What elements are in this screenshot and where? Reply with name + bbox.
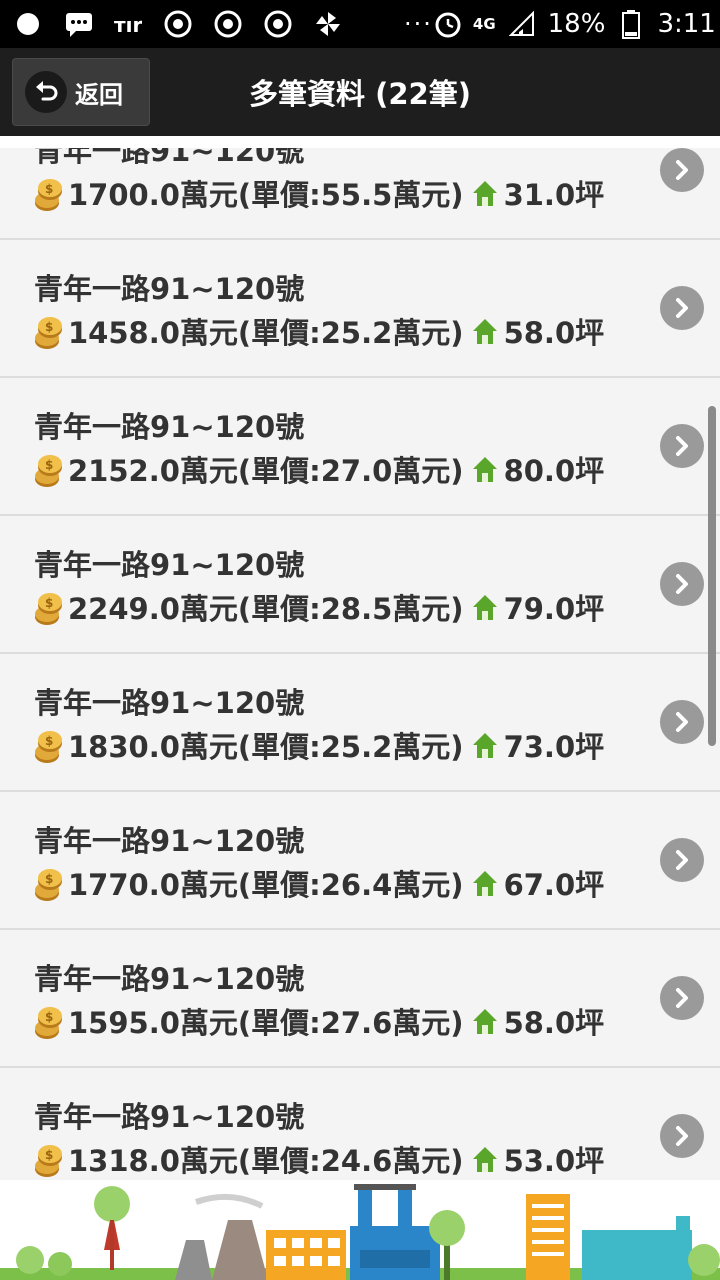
house-icon [472,869,498,897]
item-info: $ 1318.0萬元(單價:24.6萬元) 53.0坪 [32,1138,604,1180]
chevron-right-icon[interactable] [660,148,704,192]
svg-text:$: $ [45,1010,53,1024]
item-address: 青年一路91~120號 [34,686,305,720]
svg-text:$: $ [45,1148,53,1162]
item-address: 青年一路91~120號 [34,272,305,306]
item-area: 31.0坪 [503,178,605,212]
chrome-icon [264,10,292,38]
more-notifications-icon: ··· [404,10,433,38]
item-price: 1318.0萬元(單價:24.6萬元) [68,1144,464,1178]
item-address: 青年一路91~120號 [34,548,305,582]
svg-text:$: $ [45,320,53,334]
svg-text:$: $ [45,182,53,196]
chevron-right-icon[interactable] [660,1114,704,1158]
svg-text:ᴛır: ᴛır [114,13,142,36]
network-type: 4G [472,15,496,33]
item-area: 58.0坪 [503,316,605,350]
list-item[interactable]: 青年一路91~120號 $ 1700.0萬元(單價:55.5萬元) 31.0坪 [0,136,720,240]
signal-icon [508,10,536,38]
house-icon [472,731,498,759]
coin-icon: $ [32,863,66,903]
item-area: 80.0坪 [503,454,605,488]
coin-icon: $ [32,449,66,489]
chevron-right-icon[interactable] [660,976,704,1020]
item-area: 67.0坪 [503,868,605,902]
item-area: 79.0坪 [503,592,605,626]
item-price: 1700.0萬元(單價:55.5萬元) [68,178,464,212]
house-icon [472,317,498,345]
alarm-icon [433,10,461,38]
circle-icon [14,10,42,38]
list-item[interactable]: 青年一路91~120號 $ 2249.0萬元(單價:28.5萬元) 79.0坪 [0,516,720,654]
item-info: $ 1458.0萬元(單價:25.2萬元) 58.0坪 [32,310,604,352]
chrome-icon [164,10,192,38]
list-item[interactable]: 青年一路91~120號 $ 1770.0萬元(單價:26.4萬元) 67.0坪 [0,792,720,930]
item-price: 1595.0萬元(單價:27.6萬元) [68,1006,464,1040]
chevron-right-icon[interactable] [660,286,704,330]
item-address: 青年一路91~120號 [34,1100,305,1134]
item-info: $ 1700.0萬元(單價:55.5萬元) 31.0坪 [32,172,604,214]
item-address: 青年一路91~120號 [34,962,305,996]
item-address: 青年一路91~120號 [34,824,305,858]
coin-icon: $ [32,587,66,627]
coin-icon: $ [32,1001,66,1041]
svg-text:$: $ [45,872,53,886]
coin-icon: $ [32,725,66,765]
house-icon [472,593,498,621]
chevron-right-icon[interactable] [660,562,704,606]
item-info: $ 1770.0萬元(單價:26.4萬元) 67.0坪 [32,862,604,904]
item-price: 1458.0萬元(單價:25.2萬元) [68,316,464,350]
house-icon [472,179,498,207]
item-info: $ 2152.0萬元(單價:27.0萬元) 80.0坪 [32,448,604,490]
app-icon: ᴛır [114,10,142,38]
house-icon [472,455,498,483]
list-item[interactable]: 青年一路91~120號 $ 1595.0萬元(單價:27.6萬元) 58.0坪 [0,930,720,1068]
list-top-divider [0,136,720,148]
message-icon [64,10,92,38]
clock: 3:11 [657,9,716,39]
item-area: 73.0坪 [503,730,605,764]
item-info: $ 1595.0萬元(單價:27.6萬元) 58.0坪 [32,1000,604,1042]
back-button[interactable]: 返回 [12,58,150,126]
chevron-right-icon[interactable] [660,700,704,744]
coin-icon: $ [32,173,66,213]
item-area: 58.0坪 [503,1006,605,1040]
item-price: 1830.0萬元(單價:25.2萬元) [68,730,464,764]
item-price: 2249.0萬元(單價:28.5萬元) [68,592,464,626]
city-banner-image [0,1180,720,1280]
item-info: $ 2249.0萬元(單價:28.5萬元) 79.0坪 [32,586,604,628]
chrome-icon [214,10,242,38]
item-info: $ 1830.0萬元(單價:25.2萬元) 73.0坪 [32,724,604,766]
item-area: 53.0坪 [503,1144,605,1178]
chevron-right-icon[interactable] [660,838,704,882]
coin-icon: $ [32,311,66,351]
status-bar: ᴛır ··· 4G 18% 3:11 [0,0,720,48]
scrollbar[interactable] [708,406,716,746]
list-item[interactable]: 青年一路91~120號 $ 1830.0萬元(單價:25.2萬元) 73.0坪 [0,654,720,792]
item-price: 2152.0萬元(單價:27.0萬元) [68,454,464,488]
back-label: 返回 [75,80,123,109]
svg-text:$: $ [45,458,53,472]
battery-percent: 18% [547,9,606,39]
chevron-right-icon[interactable] [660,424,704,468]
list-item[interactable]: 青年一路91~120號 $ 2152.0萬元(單價:27.0萬元) 80.0坪 [0,378,720,516]
battery-icon [617,10,645,39]
app-bar: 返回 多筆資料 (22筆) [0,48,720,136]
results-list[interactable]: 青年一路91~120號 $ 1700.0萬元(單價:55.5萬元) 31.0坪 … [0,136,720,1180]
house-icon [472,1007,498,1035]
page-title: 多筆資料 (22筆) [249,77,471,111]
list-item[interactable]: 青年一路91~120號 $ 1318.0萬元(單價:24.6萬元) 53.0坪 [0,1068,720,1180]
back-arrow-icon [25,71,67,113]
svg-text:$: $ [45,734,53,748]
house-icon [472,1145,498,1173]
item-price: 1770.0萬元(單價:26.4萬元) [68,868,464,902]
coin-icon: $ [32,1139,66,1179]
pinwheel-icon [314,10,342,38]
list-item[interactable]: 青年一路91~120號 $ 1458.0萬元(單價:25.2萬元) 58.0坪 [0,240,720,378]
item-address: 青年一路91~120號 [34,410,305,444]
svg-text:$: $ [45,596,53,610]
